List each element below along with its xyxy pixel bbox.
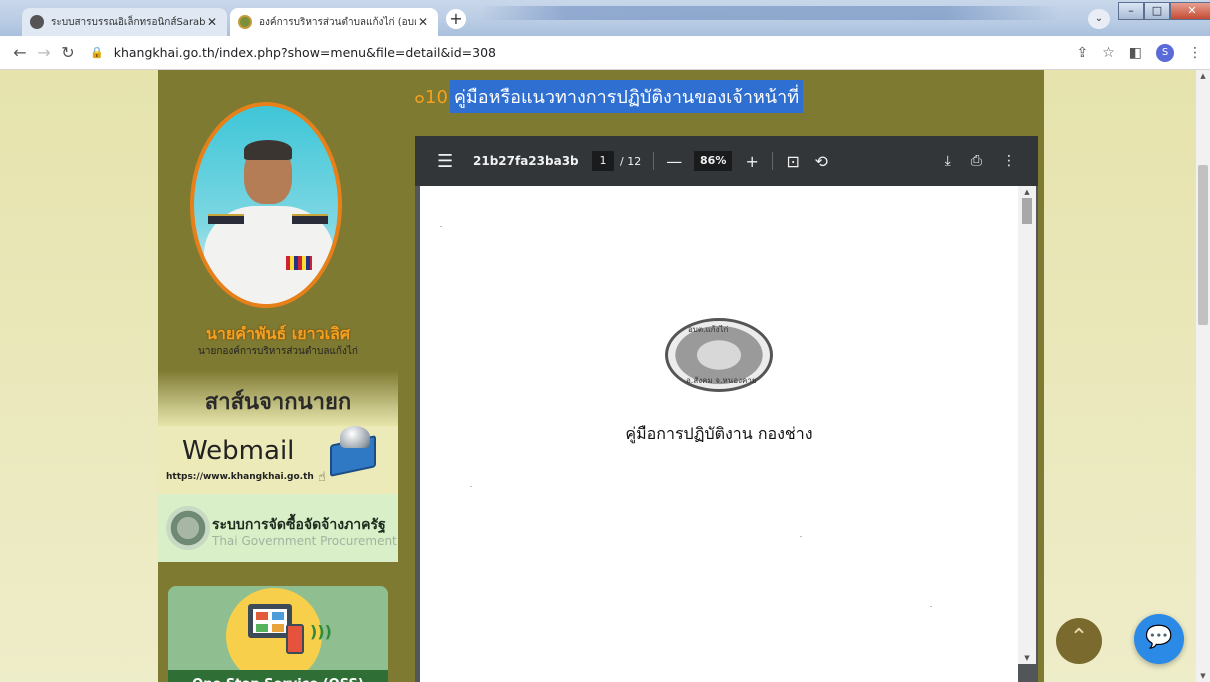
new-tab-button[interactable]: +: [446, 9, 466, 29]
epaulette-left: [208, 214, 244, 224]
pdf-scrollbar[interactable]: ▲ ▼: [1018, 186, 1036, 664]
pdf-toolbar: ☰ 21b27fa23ba3bd... 1 / 12 — 86% + ⊡ ⟲ ⤓…: [415, 136, 1038, 186]
mayor-message-link[interactable]: สาส์นจากนายก: [158, 370, 398, 426]
scroll-up-arrow-icon[interactable]: ▲: [1018, 188, 1036, 196]
chat-button[interactable]: 💬: [1134, 614, 1184, 664]
print-icon[interactable]: ⎙: [971, 153, 982, 169]
fit-page-icon[interactable]: ⊡: [785, 152, 801, 171]
phone-icon: [286, 624, 304, 654]
tab-search-button[interactable]: ⌄: [1088, 9, 1110, 29]
page-number-input[interactable]: 1: [592, 151, 614, 171]
oss-banner[interactable]: ))) One Stop Service (OSS): [168, 586, 388, 682]
epaulette-right: [292, 214, 328, 224]
oss-label: One Stop Service (OSS): [168, 670, 388, 682]
tab-title: ระบบสารบรรณอิเล็กทรอนิกส์Saraban: [51, 16, 205, 28]
rotate-icon[interactable]: ⟲: [813, 152, 829, 171]
mayor-title: นายกองค์การบริหารส่วนตำบลแก้งไก่: [198, 346, 358, 357]
scan-speck: [440, 226, 442, 227]
heading-text: คู่มือหรือแนวทางการปฏิบัติงานของเจ้าหน้า…: [449, 79, 804, 113]
profile-avatar[interactable]: S: [1156, 44, 1174, 62]
window-controls: – □ ✕: [1118, 2, 1210, 20]
browser-toolbar: ← → ↻ 🔒 khangkhai.go.th/index.php?show=m…: [0, 36, 1210, 70]
mayor-portrait: [190, 102, 342, 308]
sidebar: นายคำพันธ์ เยาวเลิศ นายกองค์การบริหารส่ว…: [158, 70, 398, 682]
procurement-banner[interactable]: ระบบการจัดซื้อจัดจ้างภาครัฐ Thai Governm…: [158, 494, 398, 562]
window-title-blur: [480, 6, 1060, 20]
kebab-menu-icon[interactable]: ⋮: [1188, 45, 1202, 61]
bookmark-star-icon[interactable]: ☆: [1102, 45, 1115, 61]
scan-speck: [470, 486, 472, 487]
pdf-scroll-thumb[interactable]: [1022, 198, 1032, 224]
medal-ribbon: [286, 256, 312, 270]
zoom-in-icon[interactable]: +: [744, 152, 760, 171]
webmail-url: https://www.khangkhai.go.th: [166, 472, 314, 482]
webmail-banner[interactable]: Webmail https://www.khangkhai.go.th ☝: [158, 426, 398, 494]
seal-text-top: อบต.แก้งไก่: [688, 325, 729, 334]
page-total: / 12: [620, 154, 642, 168]
address-bar[interactable]: 🔒 khangkhai.go.th/index.php?show=menu&fi…: [90, 45, 496, 60]
scroll-to-top-button[interactable]: ⌃: [1056, 618, 1102, 664]
webmail-label: Webmail: [182, 436, 295, 466]
mail-button-icon: [340, 426, 370, 448]
side-panel-icon[interactable]: ◧: [1129, 45, 1142, 61]
scroll-down-arrow-icon[interactable]: ▼: [1018, 654, 1036, 662]
document-title: คู่มือการปฏิบัติงาน กองช่าง: [625, 424, 813, 443]
seal-text-bottom: อ.สังคม จ.หนองคาย: [686, 376, 757, 385]
scan-speck: [930, 606, 932, 607]
pointing-hand-icon: ☝: [318, 470, 326, 485]
web-page: นายคำพันธ์ เยาวเลิศ นายกองค์การบริหารส่ว…: [0, 70, 1196, 682]
main-content: ๐10 คู่มือหรือแนวทางการปฏิบัติงานของเจ้า…: [398, 70, 1044, 682]
close-tab-icon[interactable]: ✕: [416, 15, 430, 29]
share-icon[interactable]: ⇪: [1076, 45, 1088, 61]
zoom-level-input[interactable]: 86%: [694, 151, 733, 171]
zoom-out-icon[interactable]: —: [666, 152, 682, 171]
page-scrollbar[interactable]: ▲ ▼: [1196, 70, 1210, 682]
pdf-filename: 21b27fa23ba3bd...: [473, 154, 578, 168]
back-arrow-icon[interactable]: ←: [8, 43, 32, 62]
close-tab-icon[interactable]: ✕: [205, 15, 219, 29]
procurement-english-label: Thai Government Procurement: [212, 534, 397, 548]
tab-khangkhai[interactable]: องค์การบริหารส่วนตำบลแก้งไก่ (อบต.แ ✕: [230, 8, 438, 36]
page-heading: ๐10 คู่มือหรือแนวทางการปฏิบัติงานของเจ้า…: [414, 79, 804, 113]
tab-title: องค์การบริหารส่วนตำบลแก้งไก่ (อบต.แ: [259, 16, 416, 28]
close-window-button[interactable]: ✕: [1170, 2, 1210, 20]
organization-seal: อบต.แก้งไก่ อ.สังคม จ.หนองคาย: [665, 318, 773, 392]
tab-saraban[interactable]: ระบบสารบรรณอิเล็กทรอนิกส์Saraban ✕: [22, 8, 227, 36]
more-options-icon[interactable]: ⋮: [1002, 153, 1016, 169]
pdf-viewer: ☰ 21b27fa23ba3bd... 1 / 12 — 86% + ⊡ ⟲ ⤓…: [415, 136, 1038, 682]
scroll-up-arrow-icon[interactable]: ▲: [1196, 72, 1210, 80]
site-logo-icon: [238, 15, 252, 29]
wifi-icon: ))): [310, 622, 332, 641]
url-text[interactable]: khangkhai.go.th/index.php?show=menu&file…: [114, 45, 496, 60]
page-scroll-thumb[interactable]: [1198, 165, 1208, 325]
download-icon[interactable]: ⤓: [945, 153, 951, 169]
scroll-down-arrow-icon[interactable]: ▼: [1196, 672, 1210, 680]
scan-speck: [800, 536, 802, 537]
toolbar-divider: [772, 152, 774, 170]
forward-arrow-icon[interactable]: →: [32, 43, 56, 62]
procurement-thai-label: ระบบการจัดซื้อจัดจ้างภาครัฐ: [212, 517, 386, 533]
maximize-button[interactable]: □: [1144, 2, 1170, 20]
toolbar-divider: [653, 152, 655, 170]
reload-icon[interactable]: ↻: [56, 43, 80, 62]
pdf-page: อบต.แก้งไก่ อ.สังคม จ.หนองคาย คู่มือการป…: [420, 186, 1018, 682]
garuda-emblem-icon: [166, 506, 210, 550]
mayor-message-heading: สาส์นจากนายก: [204, 390, 352, 415]
minimize-button[interactable]: –: [1118, 2, 1144, 20]
heading-number: ๐10: [414, 86, 448, 108]
browser-tabstrip: ระบบสารบรรณอิเล็กทรอนิกส์Saraban ✕ องค์ก…: [0, 0, 1210, 36]
portrait-hair: [244, 140, 292, 160]
globe-icon: [30, 15, 44, 29]
hamburger-menu-icon[interactable]: ☰: [437, 151, 455, 172]
lock-icon[interactable]: 🔒: [90, 46, 104, 59]
